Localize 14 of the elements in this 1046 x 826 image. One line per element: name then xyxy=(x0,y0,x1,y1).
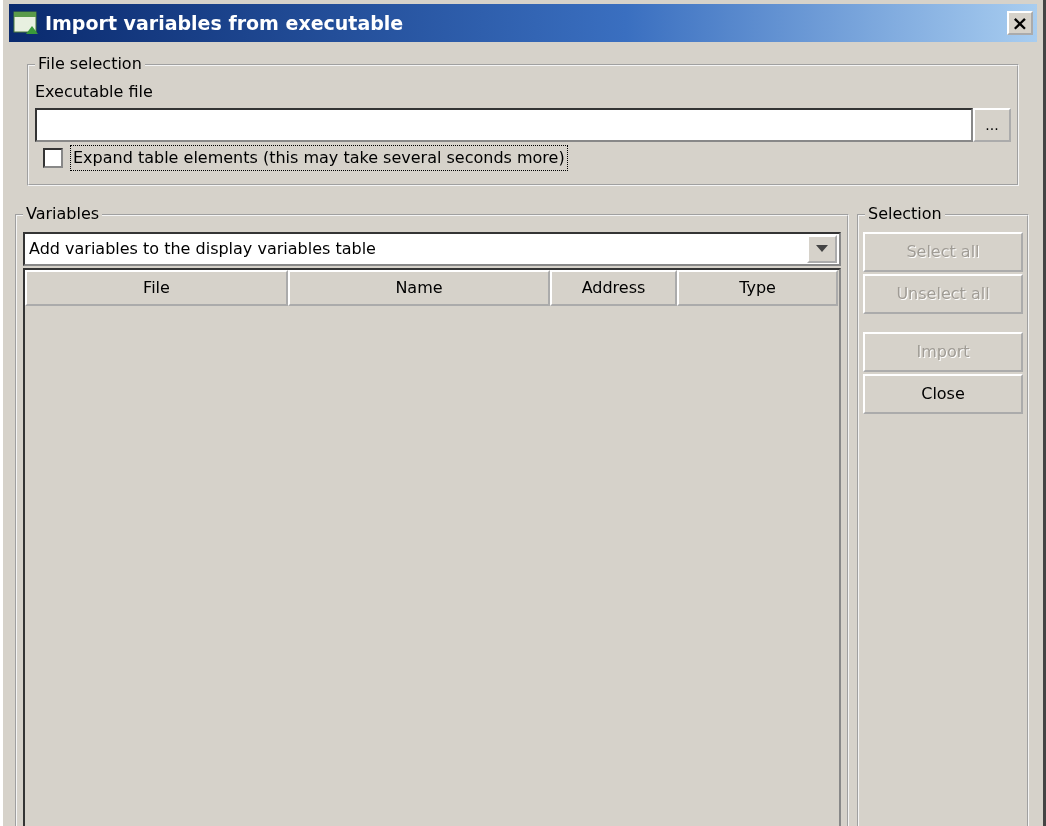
window-app-icon xyxy=(13,10,39,36)
column-header[interactable]: Type xyxy=(677,270,838,306)
checkbox-label[interactable]: Expand table elements (this may take several seconds more) xyxy=(71,146,567,170)
close-button[interactable]: × xyxy=(1007,11,1033,35)
mode-dropdown[interactable]: Add variables to the display variables table xyxy=(23,232,841,266)
field-label: Executable file xyxy=(35,81,154,103)
column-header[interactable]: Name xyxy=(288,270,550,306)
executable-file-field[interactable] xyxy=(35,108,973,142)
browse-button[interactable]: ... xyxy=(973,108,1011,142)
action-button[interactable]: Close xyxy=(863,374,1023,414)
window-title: Import variables from executable xyxy=(45,10,404,36)
column-header[interactable]: File xyxy=(25,270,288,306)
checkbox[interactable] xyxy=(43,148,63,168)
column-header[interactable]: Address xyxy=(550,270,677,306)
